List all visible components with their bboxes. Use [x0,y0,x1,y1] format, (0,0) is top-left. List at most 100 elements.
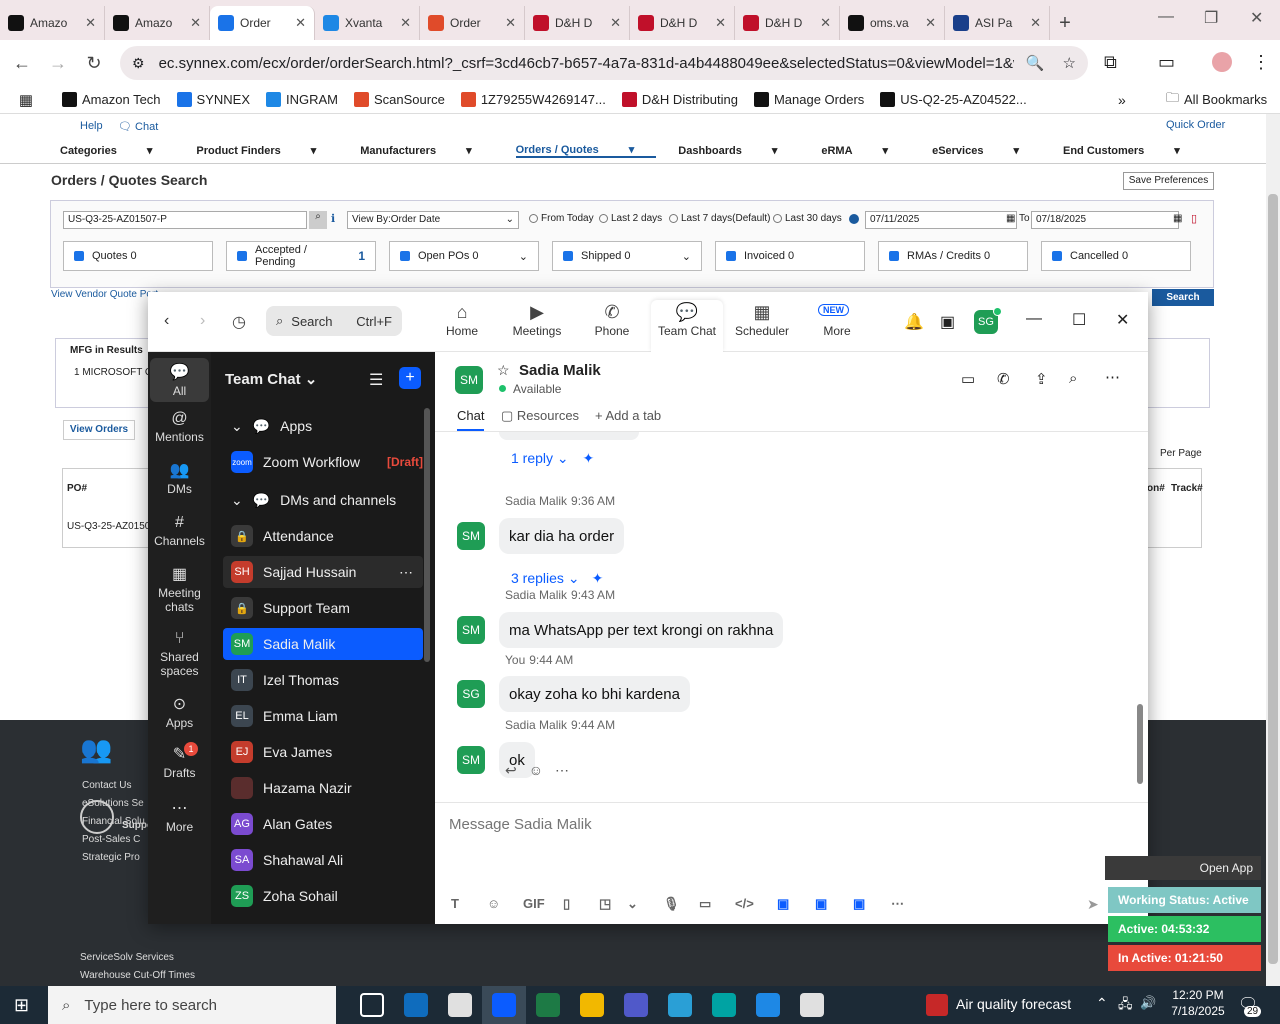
status-filter-box[interactable]: Open POs 0 ⌄ [389,241,539,271]
close-tab-icon[interactable]: ✕ [85,15,96,31]
radio-last-2-days[interactable]: Last 2 days [599,213,662,224]
message-avatar[interactable]: SM [457,746,485,774]
screenshot-icon[interactable]: ◳ [599,896,611,912]
close-tab-icon[interactable]: ✕ [820,15,831,31]
address-bar[interactable]: ⚙ ec.synnex.com/ecx/order/orderSearch.ht… [120,46,1088,80]
share-screen-icon[interactable]: ⇪ [1035,370,1048,388]
browser-tab[interactable]: Amazo ✕ [0,6,105,40]
all-bookmarks[interactable]: 🗀 All Bookmarks [1166,89,1267,111]
replies-link[interactable]: 3 replies ⌄ ✦ [511,570,603,587]
message-input[interactable] [449,810,1089,838]
checkbox-icon[interactable] [1052,251,1062,261]
vendor-quote-link[interactable]: View Vendor Quote Port [51,289,158,300]
taskbar-app[interactable] [614,986,658,1024]
footer-link[interactable]: Contact Us [82,780,131,791]
format-icon[interactable]: T [451,896,459,911]
zoom-icon[interactable]: 🔍 [1026,54,1045,72]
close-tab-icon[interactable]: ✕ [1030,15,1041,31]
zoom-tab[interactable]: 💬 Team Chat [651,300,723,352]
taskbar-app[interactable] [658,986,702,1024]
contact-item[interactable]: Hazama Nazir [223,772,423,804]
bookmark-item[interactable]: US-Q2-25-AZ04522... [880,92,1027,107]
send-icon[interactable]: ➤ [1087,896,1099,913]
taskbar-app[interactable] [394,986,438,1024]
contact-item[interactable]: ZS Zoha Sohail [223,880,423,912]
menu-item[interactable]: eRMA ▾ [821,144,910,157]
browser-tab[interactable]: Order ✕ [210,6,315,40]
search-small-icon[interactable]: ⌕ [309,211,327,229]
browser-tab[interactable]: D&H D ✕ [630,6,735,40]
list-item-zoom-workflow[interactable]: zoom Zoom Workflow [Draft] [223,446,423,478]
reply-icon[interactable]: ↩ [505,762,517,779]
scrollbar-thumb[interactable] [1268,194,1278,964]
close-window-icon[interactable]: ✕ [1250,8,1263,28]
quick-order-link[interactable]: Quick Order [1166,119,1225,131]
close-tab-icon[interactable]: ✕ [610,15,621,31]
whiteboard-icon[interactable]: ▣ [940,312,955,332]
pdf-icon[interactable]: ▯ [1191,212,1197,225]
contact-item[interactable]: EJ Eva James [223,736,423,768]
app-icon[interactable]: ▣ [853,896,865,912]
taskbar-app[interactable] [570,986,614,1024]
calendar-icon[interactable]: ▦ [1006,213,1015,224]
help-link[interactable]: Help [80,120,103,132]
minimize-icon[interactable]: — [1026,310,1042,328]
gif-icon[interactable]: GIF [523,896,545,911]
video-message-icon[interactable]: ▭ [699,896,711,912]
app-icon[interactable]: ▣ [815,896,827,912]
radio-last-7-days[interactable]: Last 7 days(Default) [669,213,771,224]
order-search-input[interactable]: US-Q3-25-AZ01507-P [63,211,307,229]
chrome-menu-icon[interactable]: ⋮ [1252,52,1270,73]
taskbar-app[interactable] [482,986,526,1024]
bookmark-star-icon[interactable]: ☆ [1063,54,1076,72]
new-chat-icon[interactable]: + [399,367,421,389]
profile-avatar[interactable] [1212,52,1232,72]
search-button[interactable]: Search [1152,289,1214,306]
contact-avatar[interactable]: SM [455,366,483,394]
bookmark-item[interactable]: Amazon Tech [62,92,161,107]
more-options-icon[interactable]: ⋯ [1105,368,1120,386]
menu-item[interactable]: Product Finders ▾ [196,144,338,157]
reload-icon[interactable]: ↻ [76,53,112,74]
site-info-icon[interactable]: ⚙ [132,55,145,72]
sparkle-icon[interactable]: ✦ [583,450,595,466]
view-by-select[interactable]: View By:Order Date ⌄ [347,211,519,229]
browser-tab[interactable]: oms.va ✕ [840,6,945,40]
tab-chat[interactable]: Chat [457,408,485,431]
rail-item[interactable]: # Channels [150,512,209,548]
checkbox-icon[interactable] [237,251,247,261]
close-tab-icon[interactable]: ✕ [505,15,516,31]
bell-icon[interactable]: 🔔 [904,312,924,332]
extensions-icon[interactable]: ⧉ [1104,52,1117,73]
taskbar-app[interactable] [790,986,834,1024]
contact-name[interactable]: Sadia Malik [519,362,601,379]
more-bookmarks-icon[interactable]: » [1118,92,1126,108]
history-icon[interactable]: ◷ [232,312,246,332]
contact-item[interactable]: AG Alan Gates [223,808,423,840]
bookmark-item[interactable]: SYNNEX [176,92,250,107]
emoji-icon[interactable]: ☺ [487,896,500,911]
browser-tab[interactable]: ASI Pa ✕ [945,6,1050,40]
menu-item[interactable]: Orders / Quotes ▾ [515,143,657,158]
zoom-tab[interactable]: ✆ Phone [576,300,648,352]
checkbox-icon[interactable] [74,251,84,261]
rail-item[interactable]: ⑂ Shared spaces [150,628,209,678]
back-icon[interactable]: ‹ [164,312,169,330]
browser-tab[interactable]: D&H D ✕ [525,6,630,40]
taskbar-app[interactable] [526,986,570,1024]
new-tab-button[interactable]: + [1050,6,1080,40]
forward-icon[interactable]: → [40,53,76,74]
footer-services-link[interactable]: ServiceSolv Services [80,952,174,963]
chat-link[interactable]: 🗨 Chat [118,120,158,133]
close-tab-icon[interactable]: ✕ [925,15,936,31]
list-scrollbar[interactable] [424,408,430,662]
chevron-up-icon[interactable]: ⌃ [1096,995,1108,1012]
windows-start-icon[interactable]: ⊞ [14,995,29,1016]
message-bubble[interactable]: okay zoha ko bhi kardena [499,676,690,712]
bookmark-item[interactable]: Manage Orders [753,92,864,107]
checkbox-icon[interactable] [400,251,410,261]
emoji-icon[interactable]: ☺ [529,762,543,779]
contact-item[interactable]: SM Sadia Malik [223,628,423,660]
sparkle-icon[interactable]: ✦ [592,570,604,586]
footer-link[interactable]: Strategic Pro [82,852,140,863]
